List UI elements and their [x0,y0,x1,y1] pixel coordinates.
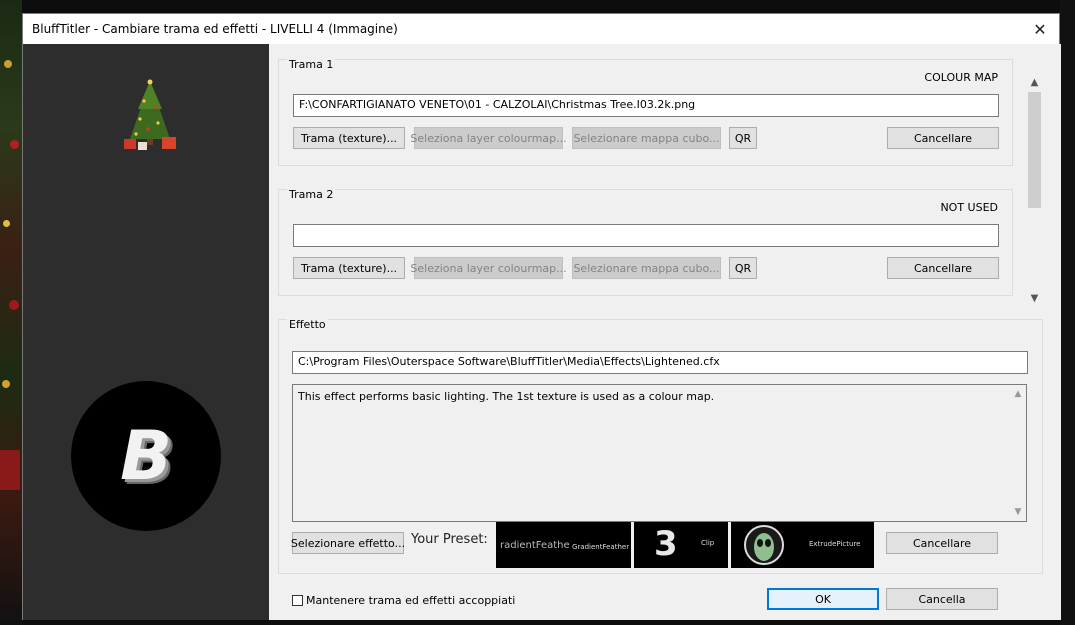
christmas-tree-thumbnail [124,79,176,150]
preset-clip[interactable]: 3 Clip [634,522,728,568]
window-title: BluffTitler - Cambiare trama ed effetti … [32,22,398,36]
texture2-cubemap-button[interactable]: Selezionare mappa cubo... [572,257,721,279]
select-effect-button[interactable]: Selezionare effetto... [291,532,405,554]
preset-big-text: radientFeathe [500,540,570,551]
texture1-cubemap-button[interactable]: Selezionare mappa cubo... [572,127,721,149]
texture2-label: Trama 2 [287,188,336,201]
scroll-up-icon[interactable]: ▲ [1010,387,1026,401]
settings-content: Trama 1 COLOUR MAP F:\CONFARTIGIANATO VE… [269,44,1061,620]
texture1-colourmap-layer-button[interactable]: Seleziona layer colourmap... [410,127,567,149]
effect-cancel-button[interactable]: Cancellare [886,532,998,554]
effect-label: Effetto [287,318,328,331]
scroll-down-icon[interactable]: ▼ [1026,290,1043,306]
ornament [4,60,12,68]
texture2-colourmap-layer-button[interactable]: Seleziona layer colourmap... [410,257,567,279]
preset-big-text: 3 [654,524,678,564]
texture1-label: Trama 1 [287,58,336,71]
effect-description-text: This effect performs basic lighting. The… [298,390,715,403]
close-icon: ✕ [1033,19,1047,39]
texture2-group: Trama 2 NOT USED Trama (texture)... Sele… [278,188,1013,296]
scroll-thumb[interactable] [1028,92,1041,208]
texture2-path-field[interactable] [293,224,999,247]
alien-icon [744,525,784,565]
cancel-button[interactable]: Cancella [886,588,998,610]
ornament [3,220,10,227]
desktop-background [0,0,22,625]
texture1-usage-tag: COLOUR MAP [924,71,998,84]
keep-textures-checkbox[interactable] [292,595,303,606]
logo-letter: B [120,416,172,496]
ornament [2,380,10,388]
keep-textures-checkbox-row[interactable]: Mantenere trama ed effetti accoppiati [292,594,515,607]
keep-textures-label: Mantenere trama ed effetti accoppiati [306,594,516,607]
preset-name: Clip [701,539,715,547]
preset-name: ExtrudePicture [809,540,861,548]
dialog-window: BluffTitler - Cambiare trama ed effetti … [22,13,1061,620]
ornament [9,300,19,310]
scroll-down-icon[interactable]: ▼ [1010,505,1026,519]
texture2-usage-tag: NOT USED [940,201,998,214]
effect-description[interactable]: This effect performs basic lighting. The… [292,384,1027,522]
close-button[interactable]: ✕ [1021,14,1059,44]
preview-pane: B [23,44,269,620]
texture-scrollbar[interactable]: ▲ ▼ [1026,74,1043,306]
preset-extrude-picture[interactable]: ExtrudePicture [731,522,874,568]
effect-path-field[interactable]: C:\Program Files\Outerspace Software\Blu… [292,351,1028,374]
ok-button[interactable]: OK [767,588,879,610]
preset-gradient-feather[interactable]: radientFeathe GradientFeather [496,522,631,568]
description-scrollbar[interactable]: ▲ ▼ [1010,385,1026,521]
preset-name: GradientFeather [572,543,630,551]
texture2-select-texture-button[interactable]: Trama (texture)... [293,257,405,279]
title-bar: BluffTitler - Cambiare trama ed effetti … [23,14,1059,44]
ornament [10,140,19,149]
texture1-qr-button[interactable]: QR [729,127,757,149]
texture2-qr-button[interactable]: QR [729,257,757,279]
texture1-select-texture-button[interactable]: Trama (texture)... [293,127,405,149]
texture1-group: Trama 1 COLOUR MAP F:\CONFARTIGIANATO VE… [278,58,1013,166]
blufftitler-logo: B [71,381,221,531]
texture1-path-field[interactable]: F:\CONFARTIGIANATO VENETO\01 - CALZOLAI\… [293,94,999,117]
scroll-up-icon[interactable]: ▲ [1026,74,1043,90]
texture1-cancel-button[interactable]: Cancellare [887,127,999,149]
texture2-cancel-button[interactable]: Cancellare [887,257,999,279]
desktop-background-right [1060,0,1075,625]
preset-label: Your Preset: [411,532,488,547]
gift-box [0,450,20,490]
